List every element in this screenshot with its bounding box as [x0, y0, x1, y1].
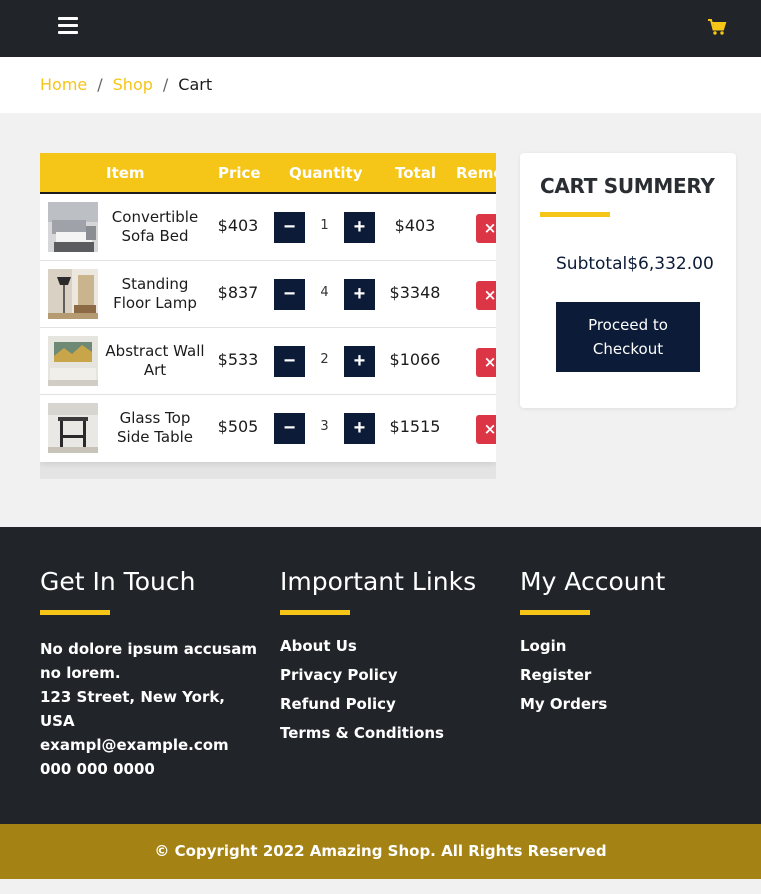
product-price: $505 — [217, 417, 259, 436]
product-price: $533 — [217, 350, 259, 369]
row-total: $403 — [394, 216, 436, 235]
footer-link-terms-conditions[interactable]: Terms & Conditions — [280, 719, 500, 748]
copyright-bar: © Copyright 2022 Amazing Shop. All Right… — [0, 824, 761, 879]
product-image — [48, 269, 98, 319]
breadcrumb-separator: / — [162, 75, 169, 94]
heading-underline — [40, 610, 110, 615]
footer-my-account: My Account Login Register My Orders — [520, 567, 740, 719]
subtotal-value: $6,332.00 — [627, 254, 714, 274]
table-row: Abstract Wall Art $533 − 2 + $1066 × — [40, 328, 496, 395]
increase-quantity-button[interactable]: + — [344, 346, 375, 377]
row-total: $3348 — [389, 283, 441, 302]
remove-item-button[interactable]: × — [476, 348, 496, 377]
quantity-value[interactable]: 1 — [305, 218, 344, 233]
column-header-price: Price — [218, 164, 261, 182]
footer-link-refund-policy[interactable]: Refund Policy — [280, 690, 500, 719]
contact-address: 123 Street, New York, USA — [40, 688, 226, 730]
column-header-total: Total — [395, 164, 436, 182]
footer-important-links: Important Links About Us Privacy Policy … — [280, 567, 500, 748]
footer-heading: My Account — [520, 567, 666, 596]
remove-item-button[interactable]: × — [476, 281, 496, 310]
cart-table-scroll[interactable]: Item Price Quantity Total Remove Convert… — [40, 153, 496, 479]
quantity-value[interactable]: 3 — [305, 419, 344, 434]
column-header-remove: Remove — [456, 164, 496, 182]
table-row: Convertible Sofa Bed $403 − 1 + $403 × — [40, 194, 496, 261]
title-underline — [540, 212, 610, 217]
subtotal-label: Subtotal — [556, 254, 628, 274]
cart-summary-title: CART SUMMERY — [540, 174, 715, 198]
proceed-to-checkout-button[interactable]: Proceed to Checkout — [556, 302, 700, 372]
top-navbar — [0, 0, 761, 57]
remove-item-button[interactable]: × — [476, 214, 496, 243]
product-image — [48, 202, 98, 252]
footer-get-in-touch: Get In Touch No dolore ipsum accusam no … — [40, 567, 260, 781]
breadcrumb-bar: Home / Shop / Cart — [0, 57, 761, 113]
decrease-quantity-button[interactable]: − — [274, 346, 305, 377]
breadcrumb: Home / Shop / Cart — [40, 75, 212, 94]
heading-underline — [280, 610, 350, 615]
product-name: Abstract Wall Art — [105, 342, 205, 379]
footer-heading: Important Links — [280, 567, 477, 596]
cart-table: Item Price Quantity Total Remove Convert… — [40, 153, 496, 462]
column-header-item: Item — [106, 164, 145, 182]
quantity-value[interactable]: 4 — [305, 285, 344, 300]
table-row: Glass Top Side Table $505 − 3 + $1515 × — [40, 395, 496, 462]
shopping-cart-icon[interactable] — [707, 17, 727, 37]
increase-quantity-button[interactable]: + — [344, 413, 375, 444]
footer-heading: Get In Touch — [40, 567, 196, 596]
product-name: Glass Top Side Table — [117, 409, 193, 446]
increase-quantity-button[interactable]: + — [344, 279, 375, 310]
contact-about: No dolore ipsum accusam no lorem. — [40, 640, 257, 682]
decrease-quantity-button[interactable]: − — [274, 413, 305, 444]
breadcrumb-home[interactable]: Home — [40, 75, 87, 94]
increase-quantity-button[interactable]: + — [344, 212, 375, 243]
footer-link-privacy-policy[interactable]: Privacy Policy — [280, 661, 500, 690]
remove-item-button[interactable]: × — [476, 415, 496, 444]
table-header: Item Price Quantity Total Remove — [40, 153, 496, 194]
breadcrumb-current: Cart — [178, 75, 213, 94]
product-price: $837 — [217, 283, 259, 302]
footer-link-my-orders[interactable]: My Orders — [520, 690, 740, 719]
product-image — [48, 403, 98, 453]
product-image — [48, 336, 98, 386]
row-total: $1515 — [389, 417, 441, 436]
contact-phone: 000 000 0000 — [40, 760, 155, 778]
footer-link-login[interactable]: Login — [520, 632, 740, 661]
breadcrumb-separator: / — [97, 75, 103, 94]
product-name: Convertible Sofa Bed — [111, 208, 199, 245]
footer: Get In Touch No dolore ipsum accusam no … — [0, 527, 761, 824]
heading-underline — [520, 610, 590, 615]
table-row: Standing Floor Lamp $837 − 4 + $3348 × — [40, 261, 496, 328]
decrease-quantity-button[interactable]: − — [274, 279, 305, 310]
decrease-quantity-button[interactable]: − — [274, 212, 305, 243]
product-price: $403 — [217, 216, 259, 235]
footer-link-register[interactable]: Register — [520, 661, 740, 690]
breadcrumb-shop[interactable]: Shop — [113, 75, 153, 94]
contact-email: exampl@example.com — [40, 736, 229, 754]
cart-summary-card: CART SUMMERY Subtotal$6,332.00 Proceed t… — [520, 153, 736, 408]
footer-link-about-us[interactable]: About Us — [280, 632, 500, 661]
product-name: Standing Floor Lamp — [113, 275, 197, 312]
row-total: $1066 — [389, 350, 441, 369]
hamburger-icon[interactable] — [58, 17, 78, 37]
quantity-value[interactable]: 2 — [305, 352, 344, 367]
subtotal: Subtotal$6,332.00 — [556, 254, 714, 274]
column-header-quantity: Quantity — [289, 164, 363, 182]
